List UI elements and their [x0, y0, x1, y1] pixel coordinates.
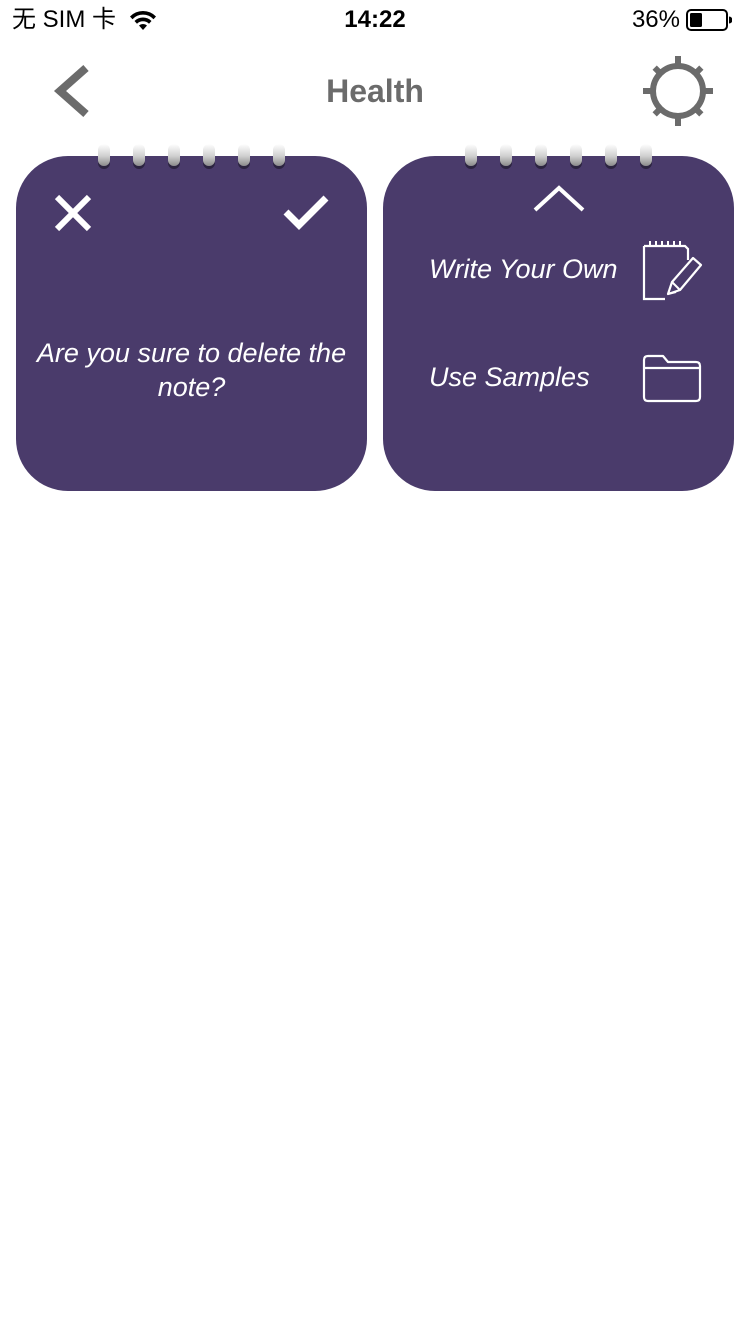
binding-ring: [500, 144, 512, 166]
delete-confirm-message: Are you sure to delete the note?: [36, 338, 347, 402]
use-samples-label: Use Samples: [429, 362, 590, 392]
binding-ring: [465, 144, 477, 166]
binding-ring: [238, 144, 250, 166]
binding-ring: [605, 144, 617, 166]
binding-ring: [535, 144, 547, 166]
battery-icon: [686, 9, 732, 31]
spiral-binding: [16, 144, 367, 174]
add-note-card: Write Your Own Use Samples: [383, 144, 734, 491]
page-title: Health: [326, 73, 424, 109]
spiral-binding: [383, 144, 734, 174]
battery-percent: 36%: [631, 6, 680, 33]
binding-ring: [133, 144, 145, 166]
write-your-own-option[interactable]: Write Your Own: [383, 236, 734, 306]
write-your-own-label: Write Your Own: [429, 254, 618, 284]
status-bar: 无 SIM 卡 14:22 36%: [0, 0, 750, 40]
delete-confirm-card: Are you sure to delete the note?: [16, 144, 367, 491]
binding-ring: [570, 144, 582, 166]
checkmark-icon[interactable]: [282, 192, 330, 232]
chevron-up-icon[interactable]: [531, 184, 587, 216]
use-samples-option[interactable]: Use Samples: [383, 352, 734, 408]
binding-ring: [273, 144, 285, 166]
binding-ring: [203, 144, 215, 166]
gear-icon[interactable]: [640, 56, 716, 126]
close-icon[interactable]: [52, 192, 94, 234]
note-pencil-icon: [642, 241, 703, 301]
binding-ring: [98, 144, 110, 166]
folder-icon: [642, 354, 702, 403]
binding-ring: [640, 144, 652, 166]
binding-ring: [168, 144, 180, 166]
